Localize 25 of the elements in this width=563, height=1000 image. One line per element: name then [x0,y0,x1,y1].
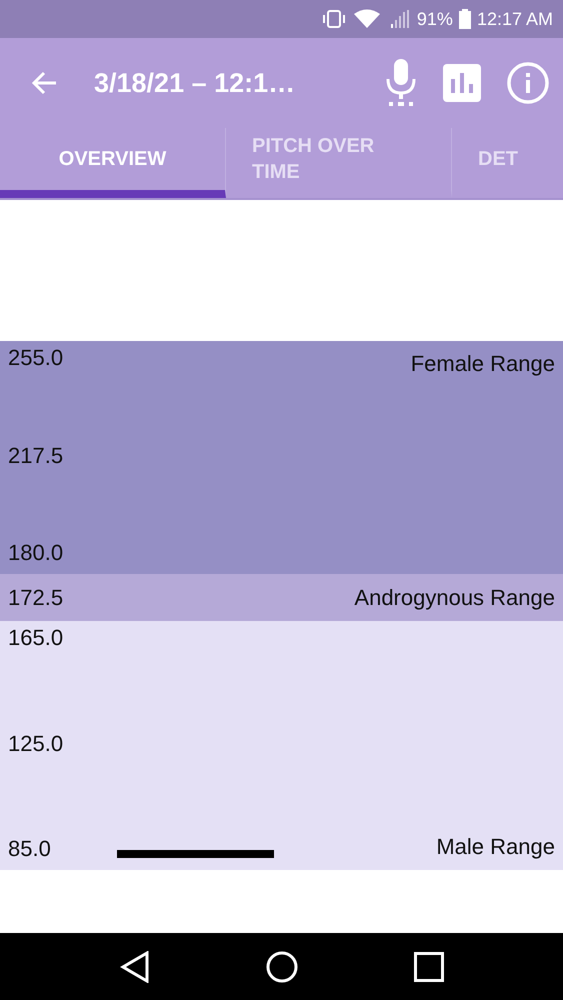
vibrate-icon [320,9,347,29]
clock-time: 12:17 AM [476,8,553,30]
wifi-icon [352,9,381,29]
battery-percent: 91% [416,8,453,30]
axis-tick-label: 217.5 [8,442,64,468]
axis-tick-label: 172.5 [8,584,64,610]
tab[interactable]: DET [452,128,563,198]
axis-tick-label: 85.0 [8,836,52,862]
back-arrow-icon[interactable] [30,69,58,97]
home-icon[interactable] [266,950,298,982]
range-label: Androgynous Range [354,584,555,610]
axis-tick-label: 255.0 [8,345,64,371]
back-icon[interactable] [120,950,150,982]
tab[interactable]: PITCH OVER TIME [226,128,452,198]
screen-title: 3/18/21 – 12:1… [94,68,296,98]
recent-apps-icon[interactable] [414,952,444,982]
range-label: Female Range [410,351,555,377]
axis-tick-label: 165.0 [8,625,64,651]
bar-chart-icon[interactable] [443,64,481,102]
axis-tick-label: 180.0 [8,540,64,566]
range-label: Male Range [436,834,555,860]
microphone-icon[interactable] [385,59,417,107]
info-icon[interactable] [507,62,549,104]
battery-icon [458,9,471,29]
axis-tick-label: 125.0 [8,730,64,756]
